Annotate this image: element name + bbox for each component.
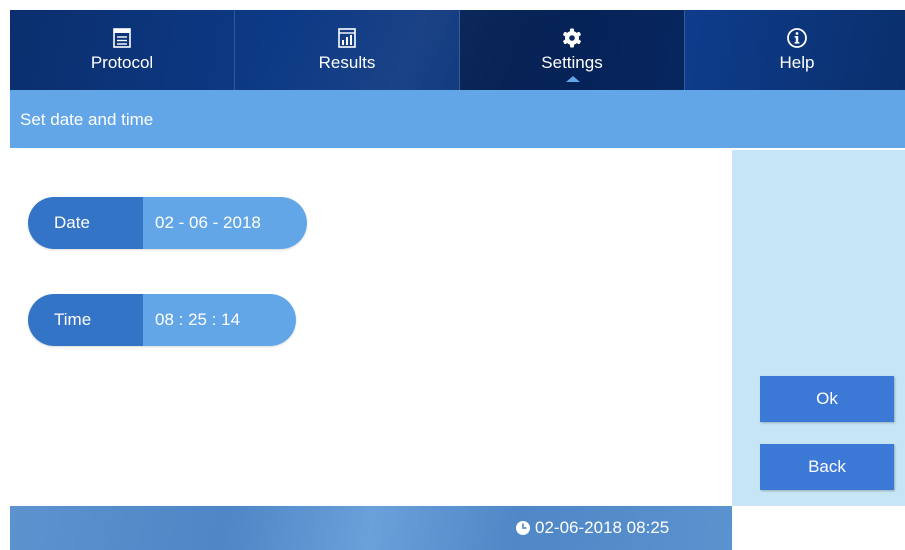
- status-bar: 02-06-2018 08:25: [10, 506, 732, 550]
- time-label: Time: [28, 294, 143, 346]
- date-label: Date: [28, 197, 143, 249]
- page-header: Set date and time: [10, 90, 905, 148]
- tab-results-label: Results: [318, 53, 376, 72]
- tab-protocol[interactable]: Protocol: [10, 10, 234, 90]
- time-field: Time 08 : 25 : 14: [28, 294, 296, 346]
- clock-icon: [516, 521, 530, 535]
- back-button[interactable]: Back: [760, 444, 894, 490]
- active-tab-indicator: [566, 76, 580, 82]
- ok-button[interactable]: Ok: [760, 376, 894, 422]
- tab-protocol-label: Protocol: [90, 53, 154, 72]
- status-bar-blank: [732, 506, 905, 550]
- tab-help[interactable]: Help: [685, 10, 905, 90]
- time-value-input[interactable]: 08 : 25 : 14: [143, 294, 296, 346]
- gear-icon: [563, 28, 581, 48]
- tab-results[interactable]: Results: [235, 10, 459, 90]
- tab-settings-label: Settings: [541, 53, 603, 72]
- status-datetime: 02-06-2018 08:25: [515, 518, 669, 538]
- status-datetime-text: 02-06-2018 08:25: [535, 518, 670, 537]
- page-title: Set date and time: [20, 110, 154, 129]
- window-icon: [113, 28, 131, 48]
- date-value-input[interactable]: 02 - 06 - 2018: [143, 197, 307, 249]
- side-panel: Ok Back: [732, 150, 905, 506]
- date-field: Date 02 - 06 - 2018: [28, 197, 307, 249]
- tab-help-label: Help: [779, 53, 815, 72]
- top-navigation: Protocol Results Settings Help: [10, 10, 905, 90]
- info-icon: [787, 28, 807, 48]
- bar-chart-icon: [338, 28, 356, 48]
